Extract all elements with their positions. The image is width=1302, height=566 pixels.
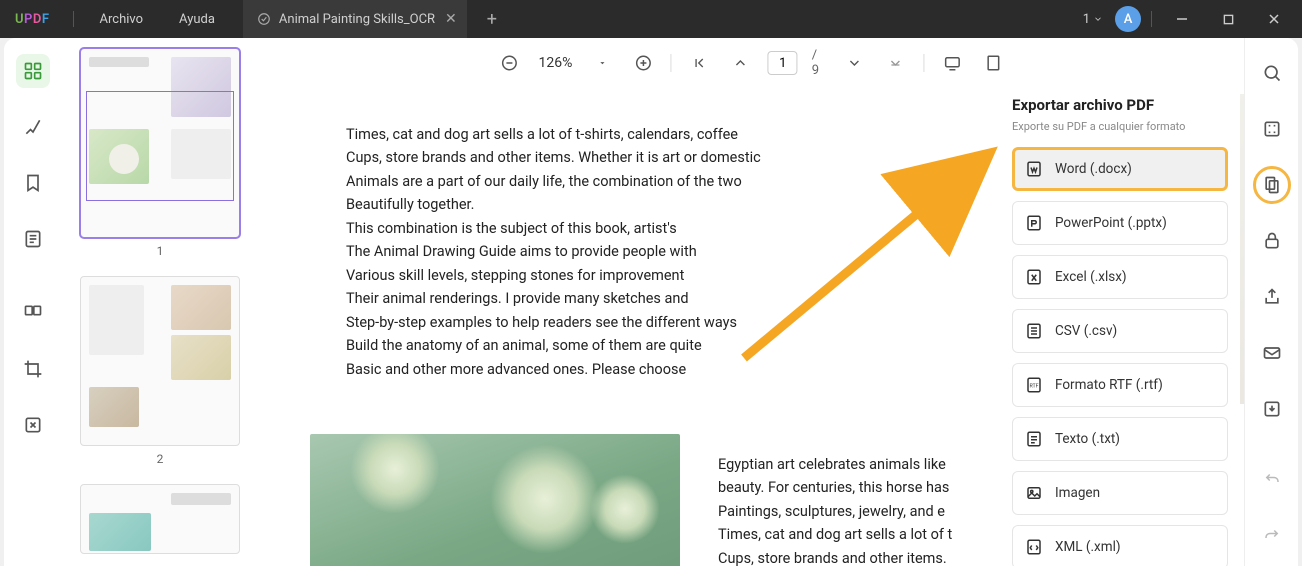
presentation-button[interactable]: [938, 49, 965, 77]
page-total: / 9: [812, 48, 827, 78]
edit-tool[interactable]: [16, 222, 50, 256]
powerpoint-icon: [1025, 214, 1043, 232]
menu-file[interactable]: Archivo: [82, 12, 162, 27]
svg-text:RTF: RTF: [1029, 383, 1038, 389]
image-icon: [1025, 484, 1043, 502]
zoom-out-button[interactable]: [495, 49, 522, 77]
csv-icon: [1025, 322, 1043, 340]
thumbnail-page-3[interactable]: [80, 484, 240, 554]
highlight-tool[interactable]: [16, 110, 50, 144]
prev-page-button[interactable]: [727, 49, 754, 77]
compress-tool[interactable]: [16, 408, 50, 442]
text-icon: [1025, 430, 1043, 448]
right-toolbar: [1244, 38, 1298, 566]
export-subtitle: Exporte su PDF a cualquier formato: [1012, 120, 1228, 133]
next-page-button[interactable]: [841, 49, 868, 77]
protect-button[interactable]: [1255, 224, 1289, 258]
notification-badge[interactable]: 1: [1083, 12, 1103, 27]
export-xml[interactable]: XML (.xml): [1012, 525, 1228, 566]
export-excel[interactable]: Excel (.xlsx): [1012, 255, 1228, 299]
left-toolbar: [4, 38, 62, 566]
zoom-level: 126%: [537, 55, 575, 71]
window-close-icon[interactable]: [1254, 0, 1294, 38]
export-csv[interactable]: CSV (.csv): [1012, 309, 1228, 353]
undo-button[interactable]: [1255, 462, 1289, 496]
new-tab-button[interactable]: +: [481, 9, 503, 30]
tab-close-icon[interactable]: ✕: [445, 11, 457, 27]
user-avatar[interactable]: A: [1115, 6, 1141, 32]
email-button[interactable]: [1255, 336, 1289, 370]
titlebar: UPDF Archivo Ayuda Animal Painting Skill…: [0, 0, 1302, 38]
export-button[interactable]: [1255, 168, 1289, 202]
rtf-icon: RTF: [1025, 376, 1043, 394]
menu-help[interactable]: Ayuda: [161, 12, 233, 27]
window-minimize-icon[interactable]: [1162, 0, 1202, 38]
page-number-input[interactable]: [768, 51, 798, 75]
crop-tool[interactable]: [16, 352, 50, 386]
thumbnail-page-1[interactable]: [80, 48, 240, 238]
viewer-toolbar: 126% / 9: [495, 48, 1006, 78]
tab-file-icon: [257, 12, 271, 26]
export-title: Exportar archivo PDF: [1012, 96, 1228, 114]
thumb-label-2: 2: [76, 452, 244, 466]
xml-icon: [1025, 538, 1043, 556]
window-maximize-icon[interactable]: [1208, 0, 1248, 38]
export-word[interactable]: Word (.docx): [1012, 147, 1228, 191]
share-button[interactable]: [1255, 280, 1289, 314]
export-rtf[interactable]: RTF Formato RTF (.rtf): [1012, 363, 1228, 407]
export-image[interactable]: Imagen: [1012, 471, 1228, 515]
search-button[interactable]: [1255, 56, 1289, 90]
save-button[interactable]: [1255, 392, 1289, 426]
last-page-button[interactable]: [882, 49, 909, 77]
thumbnails-tool[interactable]: [16, 54, 50, 88]
export-powerpoint[interactable]: PowerPoint (.pptx): [1012, 201, 1228, 245]
word-icon: [1025, 160, 1043, 178]
document-text-2: Egyptian art celebrates animals likebeau…: [718, 454, 998, 566]
document-photo-image: [310, 434, 680, 566]
bookmark-tool[interactable]: [16, 166, 50, 200]
thumbnail-panel: 1 2: [62, 38, 258, 566]
zoom-dropdown-icon[interactable]: [588, 49, 615, 77]
organize-tool[interactable]: [16, 296, 50, 330]
redo-button[interactable]: [1255, 518, 1289, 552]
export-text[interactable]: Texto (.txt): [1012, 417, 1228, 461]
view-mode-button[interactable]: [979, 49, 1006, 77]
zoom-in-button[interactable]: [629, 49, 656, 77]
first-page-button[interactable]: [686, 49, 713, 77]
export-panel: Exportar archivo PDF Exporte su PDF a cu…: [1000, 82, 1240, 566]
thumb-label-1: 1: [76, 244, 244, 258]
thumbnail-page-2[interactable]: [80, 276, 240, 446]
excel-icon: [1025, 268, 1043, 286]
tab-title: Animal Painting Skills_OCR: [279, 12, 435, 27]
app-logo: UPDF: [0, 12, 65, 27]
document-tab[interactable]: Animal Painting Skills_OCR ✕: [243, 0, 467, 38]
ocr-button[interactable]: [1255, 112, 1289, 146]
